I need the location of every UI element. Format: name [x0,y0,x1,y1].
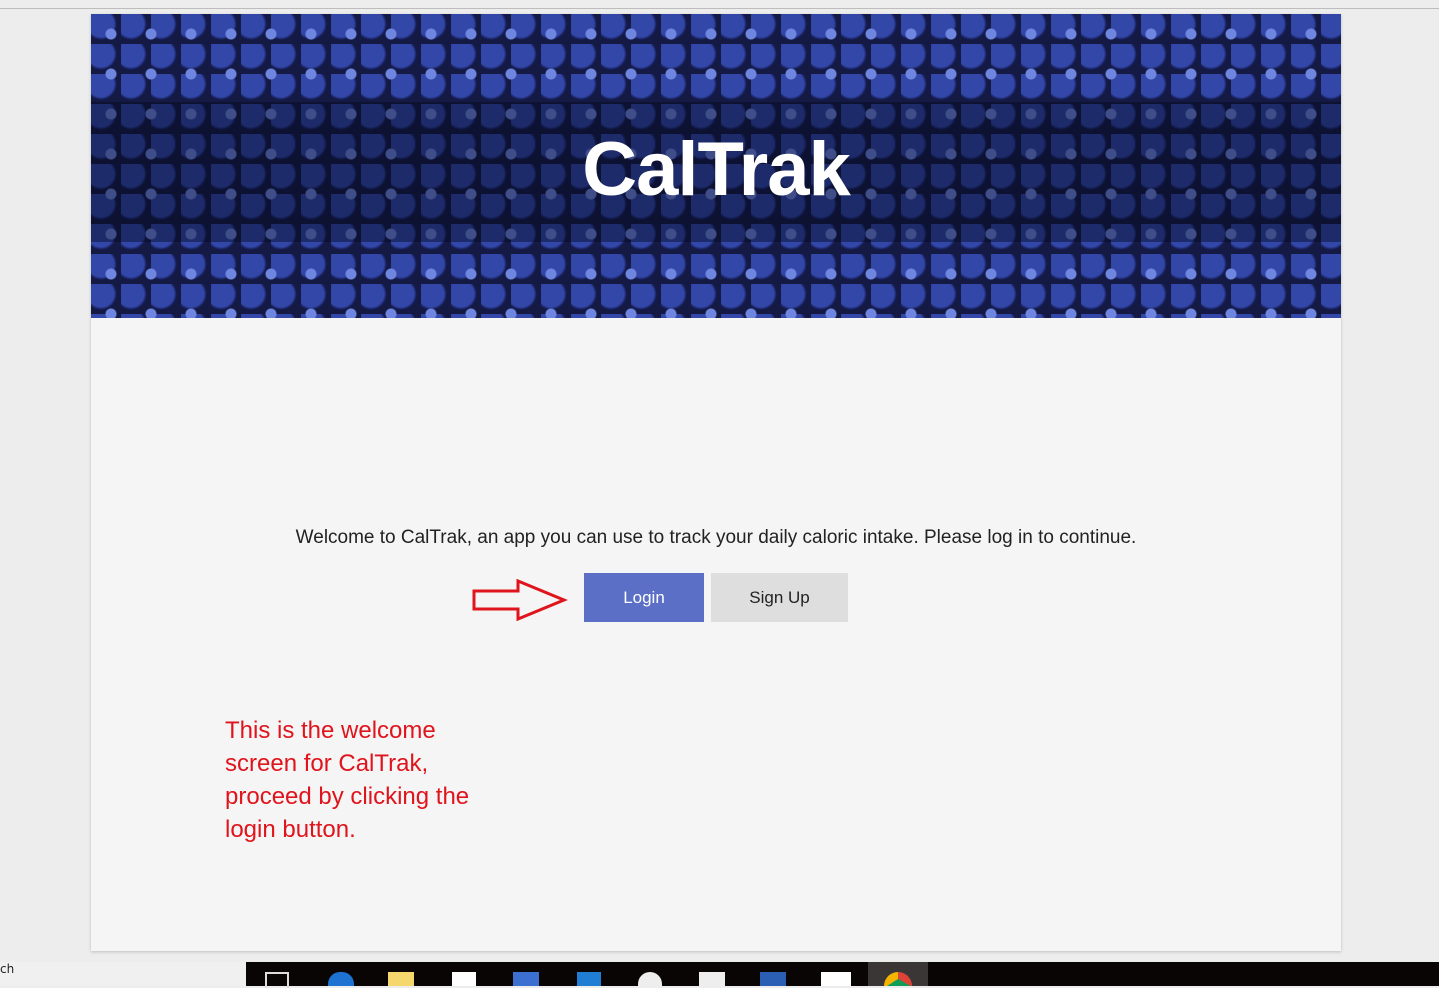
search-text: ch [0,962,15,976]
file-explorer-icon[interactable] [388,972,414,986]
header-banner: CalTrak [91,14,1341,318]
page-card: CalTrak Welcome to CalTrak, an app you c… [91,14,1341,951]
word-icon[interactable] [760,972,786,986]
signup-button[interactable]: Sign Up [711,573,848,622]
powershell-icon[interactable] [513,972,539,986]
calendar-icon[interactable] [699,972,725,986]
edge-icon[interactable] [328,972,354,986]
taskbar-search[interactable]: ch [0,962,246,986]
store-icon[interactable] [452,972,476,986]
login-button[interactable]: Login [584,573,704,622]
annotation-note: This is the welcome screen for CalTrak, … [225,717,470,843]
chrome-active-tab[interactable] [868,962,928,986]
app-title: CalTrak [582,127,851,212]
taskbar: ch [0,962,1439,988]
mail-icon[interactable] [821,972,851,986]
vscode-icon[interactable] [577,972,601,986]
welcome-text: Welcome to CalTrak, an app you can use t… [295,527,1137,548]
chrome-icon [884,972,912,986]
arrow-annotation-icon [472,579,568,621]
settings-icon[interactable] [638,972,662,986]
browser-top-border [0,8,1439,9]
